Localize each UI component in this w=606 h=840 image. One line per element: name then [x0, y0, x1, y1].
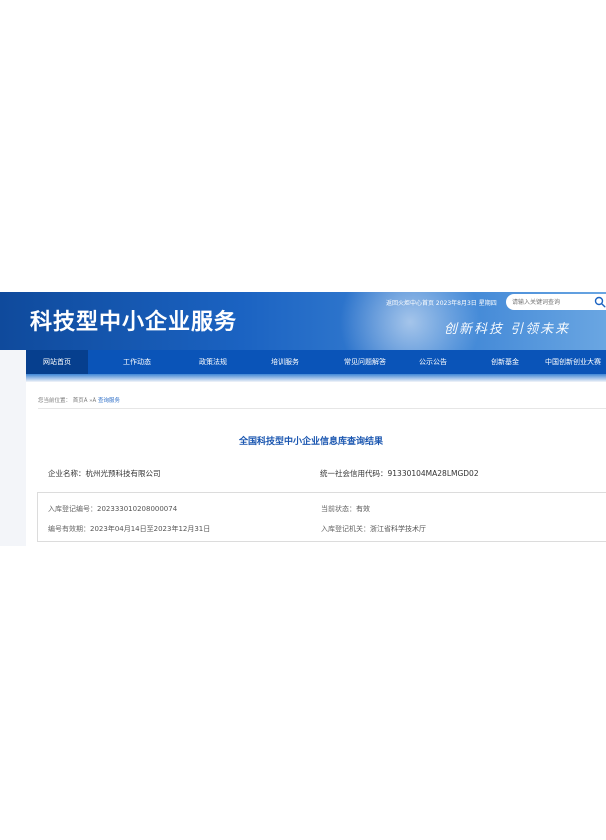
- validity-field: 编号有效期：2023年04月14日至2023年12月31日: [48, 524, 210, 534]
- company-name-label: 企业名称：: [48, 469, 86, 478]
- nav-item-home[interactable]: 网站首页: [26, 350, 88, 374]
- screenshot-region: 科技型中小企业服务 返回火炬中心首页 2023年8月3日 星期四 创新科技 引领…: [0, 292, 606, 546]
- top-links[interactable]: 返回火炬中心首页 2023年8月3日 星期四: [386, 298, 497, 307]
- status-value: 有效: [356, 505, 370, 513]
- company-name-value: 杭州光预科技有限公司: [85, 469, 161, 478]
- credit-code-value: 91330104MA28LMGD02: [387, 469, 479, 478]
- main-nav: 网站首页 工作动态 政策法规 培训服务 常见问题解答 公示公告 创新基金 中国创…: [26, 350, 606, 374]
- breadcrumb-separator: »Â: [89, 398, 97, 404]
- search-input[interactable]: [512, 296, 592, 308]
- reg-number-field: 入库登记编号：202333010208000074: [48, 504, 177, 514]
- nav-item-faq[interactable]: 常见问题解答: [326, 350, 404, 374]
- slogan: 创新科技 引领未来: [444, 322, 571, 337]
- site-title: 科技型中小企业服务: [30, 309, 238, 335]
- nav-shadow: [26, 374, 606, 382]
- authority-value: 浙江省科学技术厅: [370, 525, 426, 533]
- search-box[interactable]: [506, 294, 606, 310]
- detail-box: 入库登记编号：202333010208000074 当前状态：有效 编号有效期：…: [37, 492, 606, 542]
- reg-number-value: 202333010208000074: [97, 505, 178, 513]
- breadcrumb-home[interactable]: 首页Â: [73, 398, 88, 404]
- authority-label: 入库登记机关：: [321, 525, 370, 533]
- breadcrumb-prefix: 您当前位置：: [38, 398, 72, 404]
- nav-item-training[interactable]: 培训服务: [254, 350, 316, 374]
- divider: [38, 408, 606, 409]
- nav-item-policy[interactable]: 政策法规: [182, 350, 244, 374]
- nav-item-notice[interactable]: 公示公告: [402, 350, 464, 374]
- page: { "header": { "site_title": "科技型中小企业服务",…: [0, 0, 606, 840]
- authority-field: 入库登记机关：浙江省科学技术厅: [321, 524, 426, 534]
- site-banner: 科技型中小企业服务 返回火炬中心首页 2023年8月3日 星期四 创新科技 引领…: [0, 292, 606, 350]
- nav-item-fund[interactable]: 创新基金: [474, 350, 536, 374]
- page-title: 全国科技型中小企业信息库查询结果: [238, 437, 383, 447]
- breadcrumb: 您当前位置： 首页Â »Â 查询服务: [38, 396, 120, 404]
- validity-value: 2023年04月14日至2023年12月31日: [90, 525, 211, 533]
- reg-number-label: 入库登记编号：: [48, 505, 97, 513]
- credit-code-label: 统一社会信用代码：: [320, 469, 388, 478]
- status-label: 当前状态：: [321, 505, 356, 513]
- validity-label: 编号有效期：: [48, 525, 90, 533]
- company-name-row: 企业名称：杭州光预科技有限公司: [48, 468, 161, 479]
- content-panel: 您当前位置： 首页Â »Â 查询服务 全国科技型中小企业信息库查询结果 企业名称…: [26, 382, 606, 546]
- breadcrumb-current[interactable]: 查询服务: [98, 398, 120, 404]
- status-field: 当前状态：有效: [321, 504, 370, 514]
- search-icon[interactable]: [594, 296, 606, 308]
- nav-item-work-news[interactable]: 工作动态: [106, 350, 168, 374]
- credit-code-row: 统一社会信用代码：91330104MA28LMGD02: [320, 468, 479, 479]
- nav-item-contest[interactable]: 中国创新创业大赛: [540, 350, 606, 374]
